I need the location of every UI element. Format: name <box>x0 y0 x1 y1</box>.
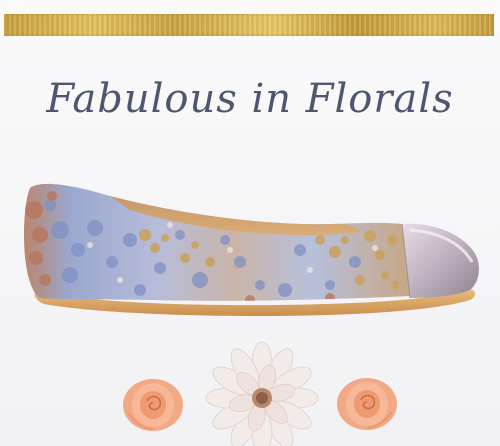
white-dahlia-icon <box>205 341 319 446</box>
peach-rose-icon <box>123 379 183 431</box>
shoe-upper <box>24 183 410 301</box>
peach-rose-icon <box>337 378 397 430</box>
ad-canvas: Fabulous in Florals <box>0 0 500 446</box>
